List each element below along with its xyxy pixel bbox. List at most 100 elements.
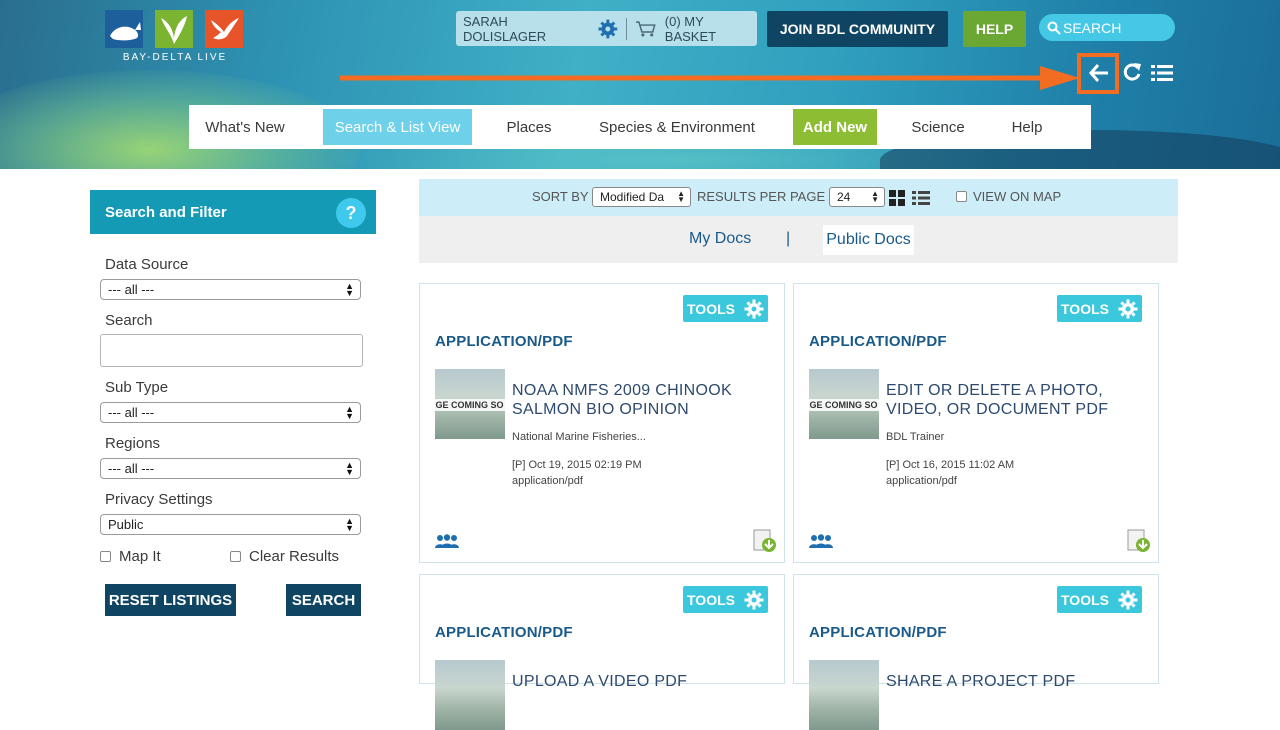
nav-help[interactable]: Help [1005,109,1049,145]
list-view-icon[interactable] [1151,63,1173,83]
tab-separator: | [786,230,791,247]
docs-tabs-bar: My Docs | Public Docs [419,216,1178,263]
top-search-field[interactable]: SEARCH [1039,14,1175,41]
basket-link[interactable]: (0) MY BASKET [665,14,757,44]
tools-button[interactable]: TOOLS [683,586,768,613]
card-title[interactable]: SHARE A PROJECT PDF [886,672,1146,691]
sort-by-value: Modified Da [600,190,665,204]
checkbox-box[interactable] [956,191,967,202]
nav-search-list-view[interactable]: Search & List View [323,109,472,145]
whale-icon [105,10,143,48]
search-filter-panel: Search and Filter ? [90,190,376,234]
refresh-icon[interactable] [1122,62,1142,82]
tools-label: TOOLS [687,300,735,317]
per-page-value: 24 [837,190,851,204]
checkbox-box[interactable] [230,551,241,562]
panel-header: Search and Filter ? [90,190,376,234]
gear-icon [1118,590,1138,609]
tools-button[interactable]: TOOLS [1057,586,1142,613]
checkbox-box[interactable] [100,551,111,562]
result-card[interactable]: TOOLS APPLICATION/PDF UPLOAD A VIDEO PDF [419,574,785,730]
data-source-label: Data Source [105,256,189,273]
nav-whats-new[interactable]: What's New [201,109,289,145]
gear-icon[interactable] [598,19,618,39]
nav-science[interactable]: Science [908,109,968,145]
list-view-toggle-icon[interactable] [912,190,930,206]
map-it-label: Map It [119,548,161,565]
view-on-map-checkbox[interactable]: VIEW ON MAP [956,189,1061,204]
thumbnail-image[interactable]: AGE COMING SO [435,369,505,439]
content-type: APPLICATION/PDF [435,333,573,350]
cart-icon[interactable] [635,20,657,38]
logo-text: BAY-DELTA LIVE [122,52,228,63]
select-arrows-icon: ▲ ▼ [677,189,685,204]
card-author: BDL Trainer [886,431,945,443]
search-input[interactable] [100,334,363,367]
divider [626,17,628,40]
card-mime: application/pdf [886,475,957,487]
grid-view-icon[interactable] [889,190,905,206]
community-icon [809,534,833,548]
content-type: APPLICATION/PDF [809,333,947,350]
thumbnail-image[interactable] [809,660,879,730]
card-date: [P] Oct 19, 2015 02:19 PM [512,459,642,471]
per-page-label: RESULTS PER PAGE [697,189,826,204]
privacy-value: Public [108,517,144,532]
privacy-label: Privacy Settings [105,491,213,508]
data-source-value: --- all --- [108,282,155,297]
map-it-checkbox[interactable]: Map It [100,548,161,565]
regions-label: Regions [105,435,161,452]
site-logo[interactable]: BAY-DELTA LIVE [105,10,245,64]
gear-icon [1118,299,1138,318]
card-title[interactable]: EDIT OR DELETE A PHOTO, VIDEO, OR DOCUME… [886,381,1146,419]
card-title[interactable]: NOAA NMFS 2009 CHINOOK SALMON BIO OPINIO… [512,381,772,419]
thumbnail-image[interactable]: AGE COMING SO [809,369,879,439]
card-author: National Marine Fisheries... [512,431,646,443]
result-card[interactable]: TOOLS APPLICATION/PDF AGE COMING SO EDIT… [793,283,1159,563]
subtype-label: Sub Type [105,379,169,396]
sort-by-select[interactable]: Modified Da ▲ ▼ [592,187,691,207]
clear-results-checkbox[interactable]: Clear Results [230,548,339,565]
thumbnail-placeholder-text: AGE COMING SO [435,399,505,411]
data-source-select[interactable]: --- all --- ▲ ▼ [100,279,361,300]
nav-add-new[interactable]: Add New [793,109,877,145]
thumbnail-image[interactable] [435,660,505,730]
tools-button[interactable]: TOOLS [1057,295,1142,322]
tools-label: TOOLS [687,591,735,608]
privacy-select[interactable]: Public ▲ ▼ [100,514,361,535]
subtype-value: --- all --- [108,405,155,420]
back-arrow-icon[interactable] [1088,62,1110,84]
tab-public-docs[interactable]: Public Docs [823,225,914,255]
download-icon[interactable] [1127,529,1151,553]
gear-icon [744,299,764,318]
per-page-select[interactable]: 24 ▲ ▼ [829,187,885,207]
content-type: APPLICATION/PDF [435,624,573,641]
regions-value: --- all --- [108,461,155,476]
tools-label: TOOLS [1061,591,1109,608]
nav-species-environment[interactable]: Species & Environment [591,109,763,145]
help-question-icon[interactable]: ? [336,198,366,228]
result-card[interactable]: TOOLS APPLICATION/PDF SHARE A PROJECT PD… [793,574,1159,730]
nav-places[interactable]: Places [499,109,559,145]
select-arrows-icon: ▲ ▼ [345,460,354,477]
panel-title: Search and Filter [105,203,227,221]
card-mime: application/pdf [512,475,583,487]
regions-select[interactable]: --- all --- ▲ ▼ [100,458,361,479]
results-toolbar: SORT BY Modified Da ▲ ▼ RESULTS PER PAGE … [419,179,1178,216]
help-button[interactable]: HELP [963,11,1026,47]
tab-my-docs[interactable]: My Docs [689,230,751,248]
reset-listings-button[interactable]: RESET LISTINGS [105,584,236,616]
bird-icon [205,10,243,48]
join-community-button[interactable]: JOIN BDL COMMUNITY [767,11,948,47]
thumbnail-placeholder-text: AGE COMING SO [809,399,879,411]
search-button[interactable]: SEARCH [286,584,361,616]
user-name[interactable]: SARAH DOLISLAGER [463,14,592,44]
subtype-select[interactable]: --- all --- ▲ ▼ [100,402,361,423]
select-arrows-icon: ▲ ▼ [871,189,879,204]
card-title[interactable]: UPLOAD A VIDEO PDF [512,672,772,691]
result-card[interactable]: TOOLS APPLICATION/PDF AGE COMING SO NOAA… [419,283,785,563]
tools-button[interactable]: TOOLS [683,295,768,322]
content-type: APPLICATION/PDF [809,624,947,641]
top-search-placeholder: SEARCH [1063,19,1122,36]
download-icon[interactable] [753,529,777,553]
